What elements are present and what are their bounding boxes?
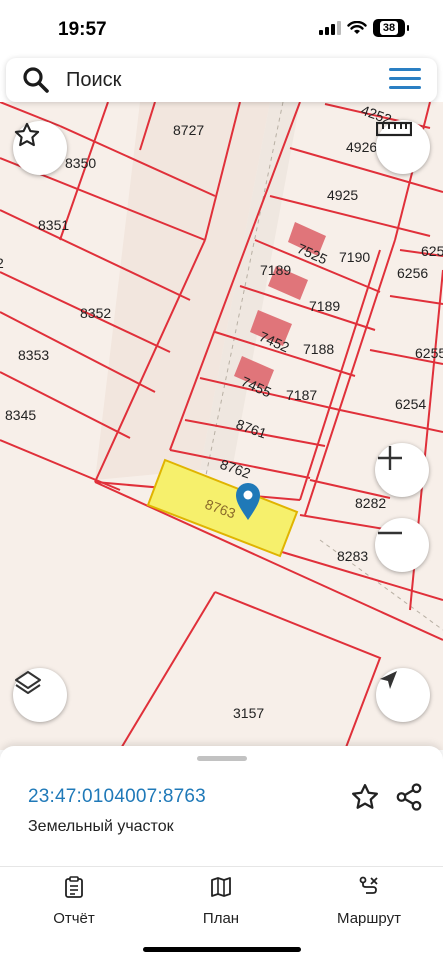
report-icon [65, 876, 83, 898]
layers-button[interactable] [13, 668, 67, 722]
menu-icon[interactable] [389, 68, 421, 92]
battery-icon: 38 [373, 19, 409, 37]
parcel-label: 2 [0, 255, 4, 271]
plus-icon [378, 446, 402, 470]
parcel-label: 4926 [346, 139, 377, 155]
status-icons: 38 [319, 19, 409, 37]
sheet-grabber[interactable] [197, 756, 247, 761]
parcel-label: 7189 [260, 262, 291, 278]
tab-route-label: Маршрут [337, 910, 401, 927]
search-icon [23, 67, 49, 93]
tab-plan[interactable]: План [171, 875, 271, 927]
wifi-icon [347, 21, 367, 34]
parcel-label: 7187 [286, 387, 317, 403]
parcel-label: 6255 [415, 345, 443, 361]
tab-route[interactable]: Маршрут [319, 875, 419, 927]
share-icon[interactable] [394, 782, 424, 812]
parcel-label: 7188 [303, 341, 334, 357]
ruler-button[interactable] [376, 120, 430, 174]
zoom-out-button[interactable] [375, 518, 429, 572]
parcel-label: 7189 [309, 298, 340, 314]
parcel-label: 8345 [5, 407, 36, 423]
battery-level: 38 [379, 21, 399, 35]
parcel-label: 8727 [173, 122, 204, 138]
navigation-arrow-icon [380, 671, 397, 689]
cadastral-number[interactable]: 23:47:0104007:8763 [28, 786, 206, 808]
tab-report[interactable]: Отчёт [24, 875, 124, 927]
parcel-info-sheet[interactable]: 23:47:0104007:8763 Земельный участок [0, 746, 443, 868]
signal-icon [319, 21, 341, 35]
parcel-label: 7190 [339, 249, 370, 265]
parcel-label: 8282 [355, 495, 386, 511]
zoom-in-button[interactable] [375, 443, 429, 497]
search-bar[interactable]: Поиск [6, 58, 437, 102]
parcel-label: 8283 [337, 548, 368, 564]
star-icon[interactable] [350, 782, 380, 812]
parcel-label: 8352 [80, 305, 111, 321]
layers-icon [15, 671, 41, 694]
parcel-label: 4925 [327, 187, 358, 203]
home-indicator [143, 947, 301, 952]
search-input[interactable]: Поиск [66, 69, 121, 92]
parcel-label: 6254 [395, 396, 426, 412]
star-icon [14, 122, 40, 147]
ruler-icon [376, 121, 412, 137]
map-canvas[interactable]: 8727 8350 8351 8352 8353 8345 4926 4925 … [0, 102, 443, 750]
minus-icon [378, 531, 402, 535]
parcel-label: 6255 [421, 243, 443, 259]
status-time: 19:57 [58, 19, 107, 40]
my-location-button[interactable] [376, 668, 430, 722]
plot-type: Земельный участок [28, 818, 174, 835]
parcel-label: 8350 [65, 155, 96, 171]
parcel-label: 3157 [233, 705, 264, 721]
favorite-map-button[interactable] [13, 121, 67, 175]
cadastral-map[interactable]: 8727 8350 8351 8352 8353 8345 4926 4925 … [0, 102, 443, 750]
tab-bar: Отчёт План Маршрут [0, 866, 443, 960]
parcel-label: 6256 [397, 265, 428, 281]
status-bar: 19:57 38 [0, 0, 443, 58]
tab-report-label: Отчёт [53, 910, 95, 927]
map-plan-icon [211, 877, 231, 897]
route-icon [359, 876, 378, 894]
parcel-label: 8351 [38, 217, 69, 233]
tab-plan-label: План [202, 910, 240, 927]
parcel-label: 8353 [18, 347, 49, 363]
